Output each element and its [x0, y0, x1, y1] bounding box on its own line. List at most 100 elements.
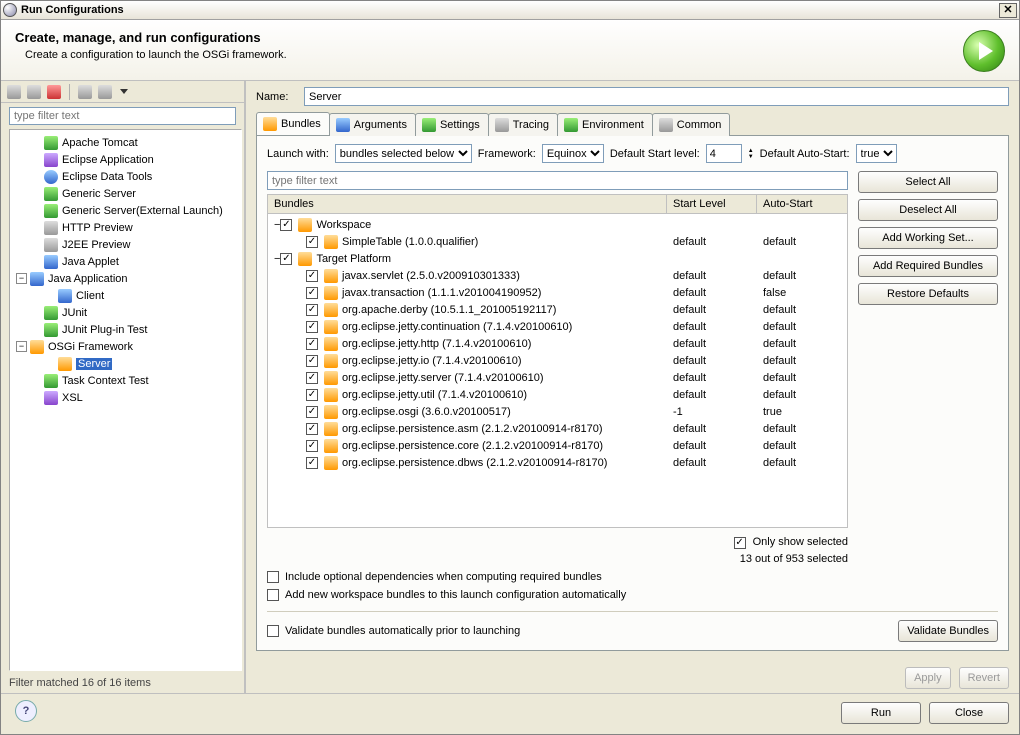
- bundle-start-level[interactable]: default: [667, 372, 757, 384]
- config-tree-item[interactable]: Eclipse Data Tools: [12, 168, 239, 185]
- bundle-checkbox[interactable]: ✓: [306, 355, 318, 367]
- bundle-checkbox[interactable]: ✓: [280, 253, 292, 265]
- add-new-workspace-checkbox[interactable]: [267, 589, 279, 601]
- dropdown-arrow-icon[interactable]: [120, 89, 128, 94]
- bundle-auto-start[interactable]: default: [757, 423, 847, 435]
- bundle-auto-start[interactable]: default: [757, 355, 847, 367]
- config-tree-item[interactable]: XSL: [12, 389, 239, 406]
- config-tree-item[interactable]: −Java Application: [12, 270, 239, 287]
- bundle-checkbox[interactable]: ✓: [306, 304, 318, 316]
- bundle-auto-start[interactable]: default: [757, 389, 847, 401]
- bundle-row[interactable]: −✓Target Platform: [268, 250, 847, 267]
- config-tree-item[interactable]: Client: [12, 287, 239, 304]
- default-auto-select[interactable]: true: [856, 144, 897, 163]
- config-tree-item[interactable]: JUnit: [12, 304, 239, 321]
- close-button[interactable]: Close: [929, 702, 1009, 724]
- bundle-checkbox[interactable]: ✓: [306, 338, 318, 350]
- config-tree-item[interactable]: Eclipse Application: [12, 151, 239, 168]
- bundle-row[interactable]: ✓org.apache.derby (10.5.1.1_201005192117…: [268, 301, 847, 318]
- bundle-checkbox[interactable]: ✓: [306, 457, 318, 469]
- bundle-start-level[interactable]: default: [667, 355, 757, 367]
- window-close-button[interactable]: ✕: [999, 3, 1017, 18]
- bundle-row[interactable]: ✓org.eclipse.persistence.core (2.1.2.v20…: [268, 437, 847, 454]
- config-tree-item[interactable]: Java Applet: [12, 253, 239, 270]
- bundle-row[interactable]: ✓org.eclipse.jetty.io (7.1.4.v20100610)d…: [268, 352, 847, 369]
- launch-with-select[interactable]: bundles selected below: [335, 144, 472, 163]
- bundle-checkbox[interactable]: ✓: [306, 372, 318, 384]
- bundle-list[interactable]: −✓Workspace✓SimpleTable (1.0.0.qualifier…: [267, 214, 848, 528]
- bundle-start-level[interactable]: -1: [667, 406, 757, 418]
- bundle-auto-start[interactable]: default: [757, 440, 847, 452]
- col-auto-start[interactable]: Auto-Start: [757, 195, 847, 213]
- config-tree-item[interactable]: J2EE Preview: [12, 236, 239, 253]
- bundle-start-level[interactable]: default: [667, 304, 757, 316]
- select-all-button[interactable]: Select All: [858, 171, 998, 193]
- bundle-auto-start[interactable]: default: [757, 270, 847, 282]
- bundle-row[interactable]: ✓org.eclipse.jetty.util (7.1.4.v20100610…: [268, 386, 847, 403]
- expander-icon[interactable]: −: [16, 341, 27, 352]
- bundle-row[interactable]: ✓javax.servlet (2.5.0.v200910301333)defa…: [268, 267, 847, 284]
- tab-common[interactable]: Common: [652, 113, 731, 136]
- bundle-row[interactable]: ✓org.eclipse.persistence.dbws (2.1.2.v20…: [268, 454, 847, 471]
- deselect-all-button[interactable]: Deselect All: [858, 199, 998, 221]
- help-icon[interactable]: ?: [15, 700, 37, 722]
- new-config-icon[interactable]: [7, 85, 21, 99]
- collapse-icon[interactable]: [78, 85, 92, 99]
- config-tree-item[interactable]: Generic Server: [12, 185, 239, 202]
- config-tree-item[interactable]: Task Context Test: [12, 372, 239, 389]
- config-tree-item[interactable]: −OSGi Framework: [12, 338, 239, 355]
- revert-button[interactable]: Revert: [959, 667, 1009, 689]
- include-optional-checkbox[interactable]: [267, 571, 279, 583]
- bundles-filter-input[interactable]: [267, 171, 848, 190]
- bundle-checkbox[interactable]: ✓: [306, 236, 318, 248]
- only-show-checkbox[interactable]: ✓: [734, 537, 746, 549]
- bundle-auto-start[interactable]: true: [757, 406, 847, 418]
- config-tree-item[interactable]: Generic Server(External Launch): [12, 202, 239, 219]
- config-name-input[interactable]: [304, 87, 1009, 106]
- bundle-checkbox[interactable]: ✓: [306, 423, 318, 435]
- bundle-checkbox[interactable]: ✓: [306, 287, 318, 299]
- bundle-row[interactable]: ✓org.eclipse.jetty.server (7.1.4.v201006…: [268, 369, 847, 386]
- config-tree-item[interactable]: HTTP Preview: [12, 219, 239, 236]
- bundle-auto-start[interactable]: default: [757, 304, 847, 316]
- bundle-checkbox[interactable]: ✓: [306, 270, 318, 282]
- expander-icon[interactable]: −: [16, 273, 27, 284]
- bundle-auto-start[interactable]: default: [757, 457, 847, 469]
- bundle-row[interactable]: ✓org.eclipse.osgi (3.6.0.v20100517)-1tru…: [268, 403, 847, 420]
- bundle-auto-start[interactable]: default: [757, 236, 847, 248]
- duplicate-config-icon[interactable]: [27, 85, 41, 99]
- delete-config-icon[interactable]: [47, 85, 61, 99]
- spin-down-icon[interactable]: ▼: [748, 154, 754, 160]
- framework-select[interactable]: Equinox: [542, 144, 604, 163]
- restore-defaults-button[interactable]: Restore Defaults: [858, 283, 998, 305]
- bundle-start-level[interactable]: default: [667, 440, 757, 452]
- bundle-start-level[interactable]: default: [667, 270, 757, 282]
- tab-settings[interactable]: Settings: [415, 113, 489, 136]
- filter-config-icon[interactable]: [98, 85, 112, 99]
- bundle-checkbox[interactable]: ✓: [306, 406, 318, 418]
- bundle-start-level[interactable]: default: [667, 389, 757, 401]
- tab-bundles[interactable]: Bundles: [256, 112, 330, 135]
- bundle-row[interactable]: ✓org.eclipse.jetty.continuation (7.1.4.v…: [268, 318, 847, 335]
- bundle-start-level[interactable]: default: [667, 338, 757, 350]
- bundle-checkbox[interactable]: ✓: [306, 321, 318, 333]
- bundle-row[interactable]: ✓org.eclipse.jetty.http (7.1.4.v20100610…: [268, 335, 847, 352]
- tab-tracing[interactable]: Tracing: [488, 113, 558, 136]
- bundle-start-level[interactable]: default: [667, 236, 757, 248]
- tab-arguments[interactable]: Arguments: [329, 113, 416, 136]
- col-start-level[interactable]: Start Level: [667, 195, 757, 213]
- bundle-start-level[interactable]: default: [667, 457, 757, 469]
- bundle-row[interactable]: ✓org.eclipse.persistence.asm (2.1.2.v201…: [268, 420, 847, 437]
- validate-auto-checkbox[interactable]: [267, 625, 279, 637]
- bundle-checkbox[interactable]: ✓: [306, 389, 318, 401]
- bundle-start-level[interactable]: default: [667, 287, 757, 299]
- bundle-row[interactable]: ✓SimpleTable (1.0.0.qualifier)defaultdef…: [268, 233, 847, 250]
- validate-bundles-button[interactable]: Validate Bundles: [898, 620, 998, 642]
- bundle-auto-start[interactable]: default: [757, 372, 847, 384]
- col-bundles[interactable]: Bundles: [268, 195, 667, 213]
- config-tree-item[interactable]: Apache Tomcat: [12, 134, 239, 151]
- bundle-auto-start[interactable]: false: [757, 287, 847, 299]
- default-start-input[interactable]: [706, 144, 742, 163]
- bundle-auto-start[interactable]: default: [757, 338, 847, 350]
- bundle-start-level[interactable]: default: [667, 423, 757, 435]
